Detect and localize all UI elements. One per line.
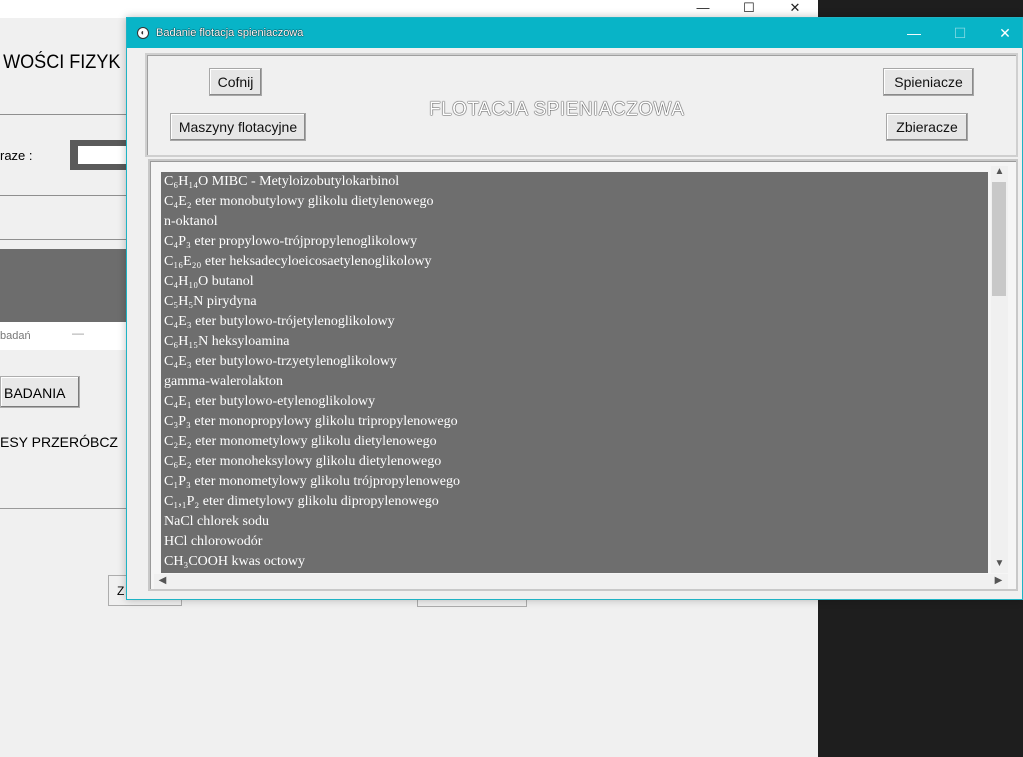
scroll-thumb[interactable] bbox=[992, 182, 1006, 296]
background-input-frame bbox=[70, 140, 128, 170]
frothers-button[interactable]: Spieniacze bbox=[883, 68, 974, 96]
background-field-label: raze : bbox=[0, 148, 33, 163]
list-item[interactable]: HCl chlorowodór bbox=[161, 532, 988, 552]
list-frame: C₆H₁₄O MIBC - Metyloizobutylokarbinol C₄E… bbox=[148, 159, 1018, 591]
dialog-title: Badanie flotacja spieniaczowa bbox=[156, 27, 304, 39]
background-panel bbox=[0, 249, 128, 322]
flotation-dialog: ◐ Badanie flotacja spieniaczowa — ☐ ✕ Co… bbox=[126, 17, 1023, 600]
machines-button[interactable]: Maszyny flotacyjne bbox=[170, 113, 306, 141]
list-item[interactable]: C₅H₅N pirydyna bbox=[161, 292, 988, 312]
app-icon: ◐ bbox=[137, 27, 149, 39]
background-input[interactable] bbox=[78, 146, 128, 164]
sub-window-text: ESY PRZERÓBCZ bbox=[0, 434, 118, 450]
horizontal-scrollbar[interactable]: ◀ ▶ bbox=[154, 574, 1008, 589]
background-close-button[interactable]: ✕ bbox=[772, 0, 818, 18]
background-heading: WOŚCI FIZYK bbox=[3, 52, 121, 73]
list-item[interactable]: C₄E₁ eter butylowo-etylenoglikolowy bbox=[161, 392, 988, 412]
list-item[interactable]: C₁P₃ eter monometylowy glikolu trójpropy… bbox=[161, 472, 988, 492]
dialog-titlebar: ◐ Badanie flotacja spieniaczowa — ☐ ✕ bbox=[127, 18, 1022, 48]
list-item[interactable]: C₆H₁₄O MIBC - Metyloizobutylokarbinol bbox=[161, 172, 988, 192]
vertical-scrollbar[interactable]: ▲ ▼ bbox=[991, 166, 1008, 573]
collectors-button[interactable]: Zbieracze bbox=[886, 113, 968, 141]
divider bbox=[0, 239, 128, 240]
list-item[interactable]: gamma-walerolakton bbox=[161, 372, 988, 392]
list-item[interactable]: NaCl chlorek sodu bbox=[161, 512, 988, 532]
scroll-up-icon[interactable]: ▲ bbox=[991, 166, 1008, 177]
sub-window-titlebar: badań — bbox=[0, 322, 128, 350]
divider bbox=[0, 195, 128, 196]
frother-listbox[interactable]: C₆H₁₄O MIBC - Metyloizobutylokarbinol C₄E… bbox=[161, 172, 988, 573]
list-item[interactable]: C₆H₁₅N heksyloamina bbox=[161, 332, 988, 352]
header-panel: Cofnij Maszyny flotacyjne FLOTACJA SPIEN… bbox=[145, 53, 1018, 157]
background-maximize-button[interactable]: ☐ bbox=[726, 0, 772, 18]
close-button[interactable]: ✕ bbox=[982, 18, 1023, 48]
sub-window-minimize-button[interactable]: — bbox=[72, 326, 84, 340]
scroll-left-icon[interactable]: ◀ bbox=[154, 575, 171, 586]
minimize-button[interactable]: — bbox=[891, 18, 937, 48]
page-title: FLOTACJA SPIENIACZOWA bbox=[429, 99, 685, 120]
background-sub-window: badań — bbox=[0, 322, 128, 509]
list-item[interactable]: C₃P₃ eter monopropylowy glikolu tripropy… bbox=[161, 412, 988, 432]
background-minimize-button[interactable]: — bbox=[680, 0, 726, 18]
scroll-down-icon[interactable]: ▼ bbox=[991, 558, 1008, 569]
maximize-button[interactable]: ☐ bbox=[937, 18, 983, 48]
background-titlebar: — ☐ ✕ bbox=[0, 0, 818, 18]
list-item[interactable]: CH₃COOH kwas octowy bbox=[161, 552, 988, 572]
list-item[interactable]: n-oktanol bbox=[161, 212, 988, 232]
list-item[interactable]: C₄E₃ eter butylowo-trzyetylenoglikolowy bbox=[161, 352, 988, 372]
sub-window-title: badań bbox=[0, 330, 31, 342]
divider bbox=[0, 114, 128, 115]
list-item[interactable]: C₄H₁₀O butanol bbox=[161, 272, 988, 292]
list-item[interactable]: C₂E₂ eter monometylowy glikolu dietyleno… bbox=[161, 432, 988, 452]
list-item[interactable]: C₄P₃ eter propylowo-trójpropylenoglikolo… bbox=[161, 232, 988, 252]
badania-button[interactable]: BADANIA bbox=[0, 376, 80, 408]
list-item[interactable]: C₆E₂ eter monoheksylowy glikolu dietylen… bbox=[161, 452, 988, 472]
scroll-right-icon[interactable]: ▶ bbox=[990, 575, 1007, 586]
back-button[interactable]: Cofnij bbox=[209, 68, 262, 96]
list-item[interactable]: C₄E₂ eter monobutylowy glikolu dietyleno… bbox=[161, 192, 988, 212]
list-item[interactable]: C₁₆E₂₀ eter heksadecyloeicosaetylenoglik… bbox=[161, 252, 988, 272]
list-item[interactable]: C₄E₃ eter butylowo-trójetylenoglikolowy bbox=[161, 312, 988, 332]
list-item[interactable]: C₁,₁P₂ eter dimetylowy glikolu dipropyle… bbox=[161, 492, 988, 512]
